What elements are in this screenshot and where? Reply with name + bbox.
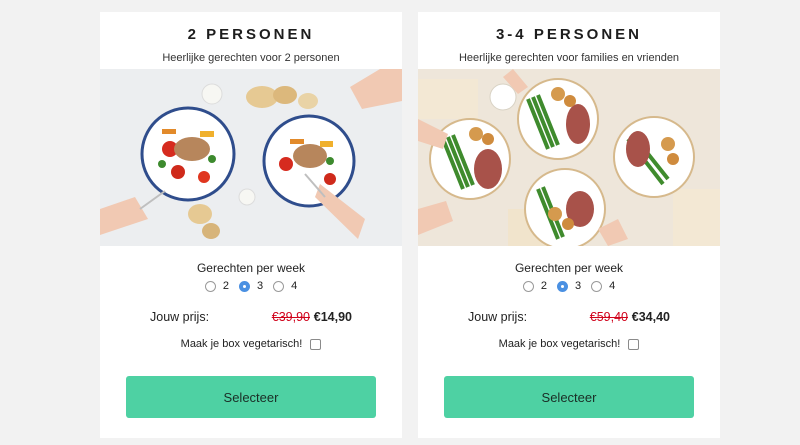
- old-price: €59,40: [589, 310, 628, 324]
- plan-card-2-persons: 2 PERSONEN Heerlijke gerechten voor 2 pe…: [100, 12, 402, 438]
- radio-button[interactable]: [204, 280, 216, 292]
- plan-title: 3-4 PERSONEN: [495, 26, 643, 43]
- radio-option-2[interactable]: 2: [204, 280, 229, 292]
- meals-per-week-label: Gerechten per week: [514, 261, 624, 275]
- radio-label: 4: [609, 280, 616, 292]
- radio-button-selected[interactable]: [238, 280, 250, 292]
- radio-button[interactable]: [522, 280, 534, 292]
- meal-photo: [100, 69, 402, 246]
- radio-label: 2: [540, 280, 547, 292]
- price-label: Jouw prijs:: [150, 310, 210, 324]
- radio-label: 4: [291, 280, 298, 292]
- vegetarian-option: Maak je box vegetarisch!: [418, 338, 720, 350]
- vegetarian-label: Maak je box vegetarisch!: [180, 338, 303, 350]
- meals-per-week-label: Gerechten per week: [196, 261, 306, 275]
- meals-per-week-options: 2 3 4: [418, 280, 720, 292]
- price-row: Jouw prijs: €39,90 €14,90: [100, 310, 402, 326]
- plan-title: 2 PERSONEN: [187, 26, 315, 43]
- radio-option-2[interactable]: 2: [522, 280, 547, 292]
- new-price: €34,40: [631, 310, 670, 324]
- vegetarian-checkbox[interactable]: [628, 338, 640, 350]
- radio-label: 3: [256, 280, 264, 292]
- old-price: €39,90: [271, 310, 310, 324]
- new-price: €14,90: [313, 310, 352, 324]
- radio-option-3[interactable]: 3: [556, 280, 582, 292]
- radio-button[interactable]: [591, 280, 603, 292]
- radio-label: 2: [222, 280, 229, 292]
- vegetarian-label: Maak je box vegetarisch!: [498, 338, 621, 350]
- plan-subtitle: Heerlijke gerechten voor 2 personen: [162, 52, 340, 64]
- plan-card-3-4-persons: 3-4 PERSONEN Heerlijke gerechten voor fa…: [418, 12, 720, 438]
- radio-option-4[interactable]: 4: [273, 280, 297, 292]
- select-button[interactable]: Selecteer: [444, 376, 694, 418]
- radio-label: 3: [574, 280, 582, 292]
- meal-photo: [418, 69, 720, 246]
- radio-button[interactable]: [273, 280, 285, 292]
- radio-option-4[interactable]: 4: [591, 280, 615, 292]
- vegetarian-checkbox[interactable]: [310, 338, 322, 350]
- price-row: Jouw prijs: €59,40 €34,40: [418, 310, 720, 326]
- vegetarian-option: Maak je box vegetarisch!: [100, 338, 402, 350]
- meals-per-week-options: 2 3 4: [100, 280, 402, 292]
- radio-option-3[interactable]: 3: [238, 280, 264, 292]
- price-label: Jouw prijs:: [468, 310, 528, 324]
- select-button[interactable]: Selecteer: [126, 376, 376, 418]
- radio-button-selected[interactable]: [556, 280, 568, 292]
- plan-subtitle: Heerlijke gerechten voor families en vri…: [458, 52, 680, 64]
